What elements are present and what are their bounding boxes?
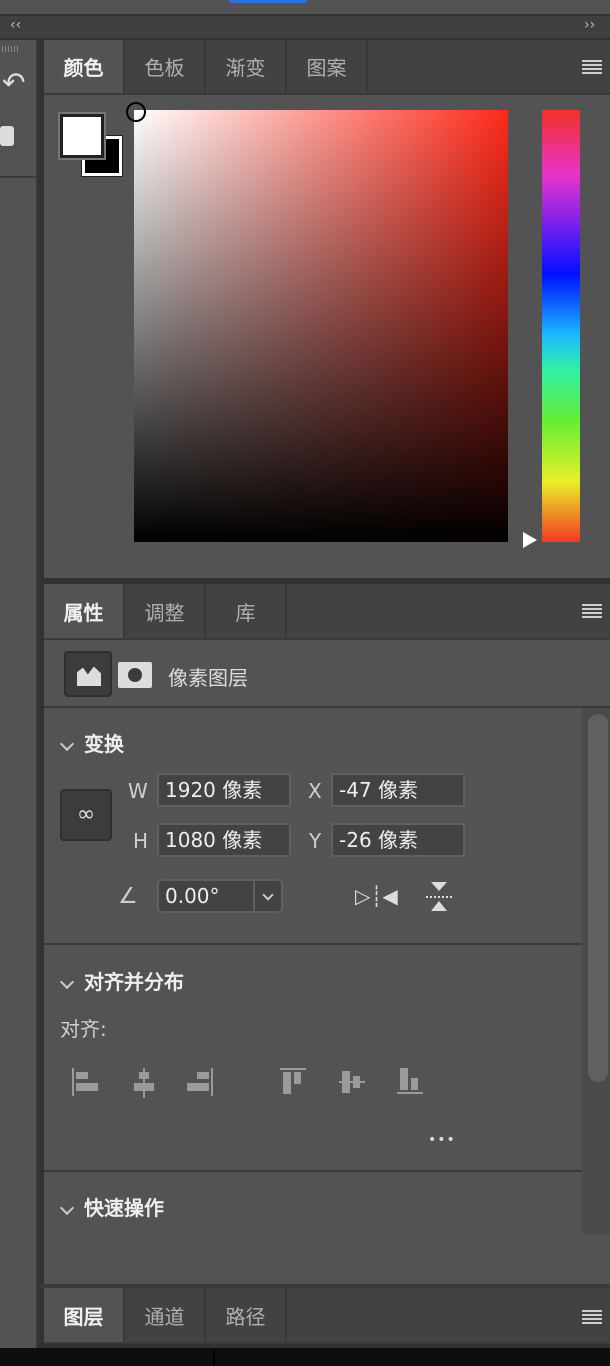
bottom-divider [213, 1350, 215, 1366]
pixel-layer-icon[interactable] [64, 651, 112, 697]
align-header[interactable]: 对齐并分布 [58, 966, 184, 995]
bottom-bar [0, 1348, 610, 1366]
divider [44, 1170, 582, 1172]
x-label: X [308, 779, 322, 803]
height-input[interactable]: 1080 像素 [157, 823, 291, 857]
transform-header[interactable]: 变换 [58, 728, 124, 757]
toolbar-divider [0, 176, 38, 178]
chevron-down-icon [59, 736, 75, 751]
panel-menu-icon[interactable] [582, 604, 602, 618]
color-picker-handle[interactable] [126, 102, 146, 122]
left-toolbar [0, 40, 38, 1348]
y-input[interactable]: -26 像素 [331, 823, 465, 857]
hue-slider[interactable] [542, 110, 580, 542]
chevron-down-icon [59, 1200, 75, 1215]
collapse-left-button[interactable]: ‹‹ [10, 17, 21, 33]
panel-menu-icon[interactable] [582, 60, 602, 74]
panel-menu-icon[interactable] [582, 1310, 602, 1324]
tab-gradients[interactable]: 渐变 [206, 40, 287, 93]
tab-properties[interactable]: 属性 [44, 584, 125, 638]
properties-panel [44, 640, 610, 1284]
color-field[interactable] [134, 110, 508, 542]
tab-paths[interactable]: 路径 [206, 1288, 287, 1342]
layers-panel-tabs: 图层 通道 路径 [44, 1288, 610, 1344]
align-horizontal-center-icon[interactable] [132, 1068, 158, 1098]
scrollbar-thumb[interactable] [588, 714, 608, 1082]
width-label: W [128, 779, 148, 803]
undo-icon[interactable]: ↶ [2, 66, 25, 99]
quick-actions-header[interactable]: 快速操作 [58, 1192, 164, 1221]
divider [44, 943, 582, 945]
flip-vertical-icon[interactable] [426, 882, 452, 912]
more-options-button[interactable]: ••• [428, 1132, 456, 1148]
foreground-color-swatch[interactable] [58, 112, 106, 160]
collapse-right-button[interactable]: ›› [584, 17, 595, 33]
mask-icon[interactable] [118, 662, 152, 688]
tool-icon[interactable] [0, 126, 14, 146]
chevron-down-icon [59, 974, 75, 989]
tab-color[interactable]: 颜色 [44, 40, 125, 93]
x-input[interactable]: -47 像素 [331, 773, 465, 807]
grip-icon[interactable] [2, 46, 20, 52]
tab-swatches[interactable]: 色板 [125, 40, 206, 93]
align-left-icon[interactable] [72, 1068, 98, 1096]
align-bottom-icon[interactable] [397, 1068, 423, 1096]
quick-actions-title: 快速操作 [84, 1196, 164, 1220]
tab-patterns[interactable]: 图案 [287, 40, 368, 93]
y-label: Y [309, 829, 322, 853]
width-input[interactable]: 1920 像素 [157, 773, 291, 807]
color-panel-tabs: 颜色 色板 渐变 图案 [44, 40, 610, 95]
align-title: 对齐并分布 [84, 970, 184, 994]
angle-dropdown-button[interactable] [253, 881, 255, 911]
divider [44, 706, 610, 708]
tab-channels[interactable]: 通道 [125, 1288, 206, 1342]
hue-slider-arrow[interactable] [523, 532, 537, 548]
align-vertical-center-icon[interactable] [339, 1068, 365, 1096]
align-top-icon[interactable] [280, 1068, 306, 1096]
height-label: H [133, 829, 149, 853]
link-dimensions-button[interactable]: ∞ [60, 789, 112, 841]
layer-type-label: 像素图层 [168, 666, 248, 690]
properties-panel-tabs: 属性 调整 库 [44, 584, 610, 640]
align-right-icon[interactable] [187, 1068, 213, 1096]
tab-adjustments[interactable]: 调整 [125, 584, 206, 638]
tab-libraries[interactable]: 库 [206, 584, 287, 638]
blue-pill[interactable] [228, 0, 308, 3]
flip-horizontal-icon[interactable]: ▷┊◀ [355, 884, 398, 908]
collapse-bar [0, 16, 610, 38]
angle-icon: ∠ [118, 884, 138, 909]
align-label: 对齐: [60, 1017, 107, 1041]
transform-title: 变换 [84, 732, 124, 756]
tab-layers[interactable]: 图层 [44, 1288, 125, 1342]
